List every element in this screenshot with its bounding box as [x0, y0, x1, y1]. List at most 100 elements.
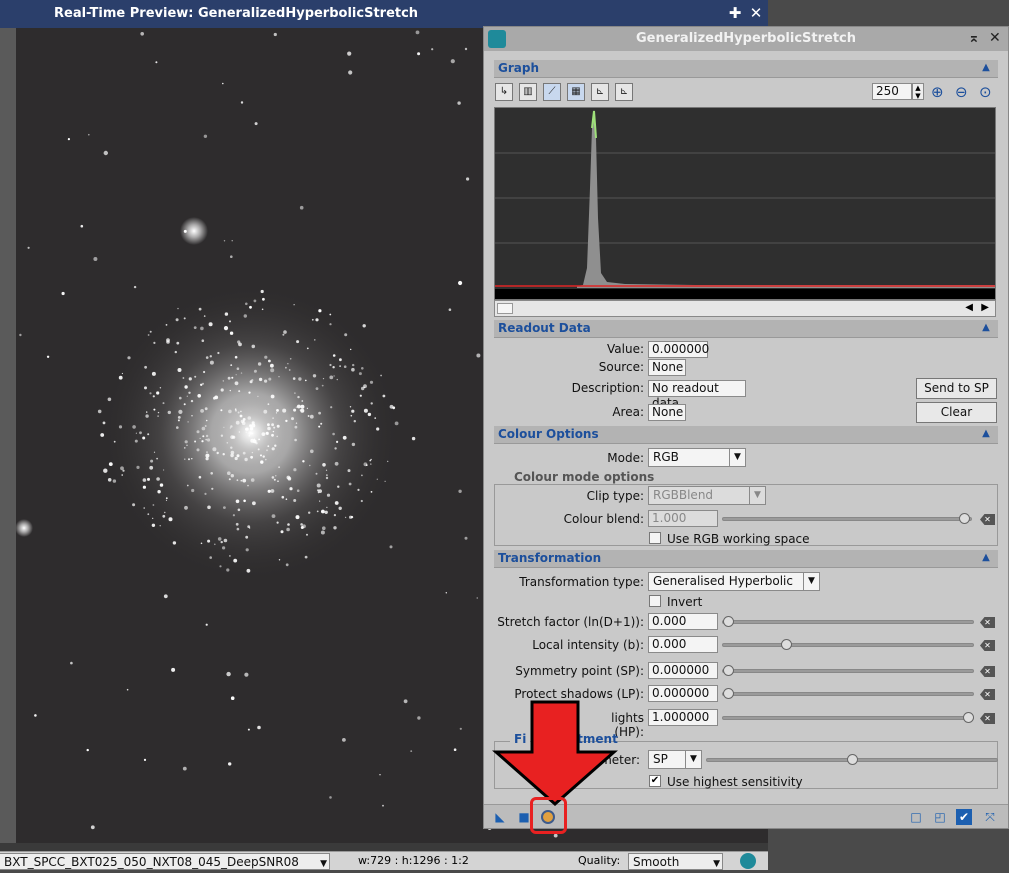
section-title: Graph	[498, 61, 539, 75]
send-to-sp-button[interactable]: Send to SP	[916, 378, 997, 399]
graph-grid-icon[interactable]: ▦	[567, 83, 585, 101]
fine-adjustment-slider[interactable]	[706, 754, 998, 765]
protect-shadows-label: Protect shadows (LP):	[514, 687, 644, 701]
section-title: Colour Options	[498, 427, 599, 441]
refresh-icon[interactable]	[740, 853, 756, 869]
graph-before-icon[interactable]: ⊾	[591, 83, 609, 101]
protect-highlights-field[interactable]: 1.000000	[648, 709, 718, 726]
collapse-icon[interactable]: ▲	[980, 552, 992, 564]
colour-section-header[interactable]: Colour Options ▲	[494, 426, 998, 444]
view-name: BXT_SPCC_BXT025_050_NXT08_045_DeepSNR08	[4, 855, 299, 869]
value-field: 0.000000	[648, 341, 709, 358]
graph-linear-icon[interactable]: ↳	[495, 83, 513, 101]
chevron-down-icon: ▼	[803, 573, 819, 590]
reset-icon[interactable]: ✕	[980, 617, 995, 628]
slider-knob[interactable]	[723, 688, 734, 699]
highest-sensitivity-label: Use highest sensitivity	[667, 775, 803, 789]
graph-histogram-icon[interactable]: ▥	[519, 83, 537, 101]
quality-value: Smooth	[633, 855, 680, 869]
preview-titlebar[interactable]: Real-Time Preview: GeneralizedHyperbolic…	[0, 0, 768, 28]
stretch-factor-label: Stretch factor (ln(D+1)):	[497, 615, 644, 629]
apply-check-icon[interactable]: ✔	[956, 809, 972, 825]
section-title: Readout Data	[498, 321, 591, 335]
clip-type-label: Clip type:	[586, 489, 644, 503]
transformation-type-select[interactable]: Generalised Hyperbolic ▼	[648, 572, 820, 591]
stretch-factor-slider[interactable]	[722, 616, 974, 627]
chevron-down-icon: ▼	[713, 859, 720, 869]
colour-blend-label: Colour blend:	[563, 512, 644, 526]
close-icon[interactable]: ✕	[748, 5, 764, 21]
protect-shadows-slider[interactable]	[722, 688, 974, 699]
collapse-icon[interactable]: ▲	[980, 62, 992, 74]
zoom-spinner[interactable]: ▲ ▼	[912, 83, 924, 100]
reset-icon[interactable]: ✕	[980, 640, 995, 651]
protect-highlights-slider[interactable]	[722, 712, 974, 723]
invert-checkbox[interactable]	[649, 595, 661, 607]
reset-icon[interactable]: ✕	[980, 713, 995, 724]
quality-select[interactable]: Smooth ▼	[628, 853, 723, 870]
symmetry-point-field[interactable]: 0.000000	[648, 662, 718, 679]
slider-knob[interactable]	[723, 665, 734, 676]
colour-blend-field[interactable]: 1.000	[648, 510, 718, 527]
readout-section-header[interactable]: Readout Data ▲	[494, 320, 998, 338]
graph-section-header[interactable]: Graph ▲	[494, 60, 998, 78]
clear-button[interactable]: Clear	[916, 402, 997, 423]
shade-icon[interactable]: ⌅	[968, 30, 980, 46]
clip-type-select[interactable]: RGBBlend ▼	[648, 486, 766, 505]
invert-label: Invert	[667, 595, 703, 609]
symmetry-point-label: Symmetry point (SP):	[515, 664, 644, 678]
graph-curve-icon[interactable]: ⟋	[543, 83, 561, 101]
mode-select[interactable]: RGB ▼	[648, 448, 746, 467]
expand-icon[interactable]: ✚	[727, 5, 743, 21]
slider-knob[interactable]	[963, 712, 974, 723]
protect-shadows-field[interactable]: 0.000000	[648, 685, 718, 702]
zoom-fit-icon[interactable]: ⊙	[979, 83, 992, 101]
transformation-type-label: Transformation type:	[519, 575, 644, 589]
mode-value: RGB	[653, 450, 679, 464]
zoom-out-icon[interactable]: ⊖	[955, 83, 968, 101]
preview-statusbar: BXT_SPCC_BXT025_050_NXT08_045_DeepSNR08 …	[0, 851, 768, 870]
collapse-dialog-icon[interactable]: ⤧	[982, 809, 998, 825]
local-intensity-slider[interactable]	[722, 639, 974, 650]
source-label: Source:	[598, 360, 644, 374]
value-label: Value:	[607, 342, 644, 356]
mode-label: Mode:	[607, 451, 644, 465]
stretch-factor-field[interactable]: 0.000	[648, 613, 718, 630]
colour-blend-slider[interactable]	[722, 513, 972, 524]
reset-icon[interactable]: ✕	[980, 666, 995, 677]
reset-instance-icon[interactable]: ◰	[932, 809, 948, 825]
new-instance-icon[interactable]: ◣	[492, 809, 508, 825]
local-intensity-field[interactable]: 0.000	[648, 636, 718, 653]
clip-type-value: RGBBlend	[653, 488, 714, 502]
reset-icon[interactable]: ✕	[980, 689, 995, 700]
graph-after-icon[interactable]: ⊾	[615, 83, 633, 101]
view-selector[interactable]: BXT_SPCC_BXT025_050_NXT08_045_DeepSNR08 …	[0, 853, 330, 870]
dialog-titlebar[interactable]: GeneralizedHyperbolicStretch ⌅ ✕	[484, 27, 1008, 51]
slider-knob[interactable]	[723, 616, 734, 627]
zoom-input[interactable]: 250	[872, 83, 912, 100]
scroll-right-icon[interactable]: ▶	[981, 302, 989, 313]
scroll-handle[interactable]	[497, 303, 513, 314]
slider-knob[interactable]	[959, 513, 970, 524]
zoom-in-icon[interactable]: ⊕	[931, 83, 944, 101]
collapse-icon[interactable]: ▲	[980, 428, 992, 440]
slider-knob[interactable]	[847, 754, 858, 765]
description-label: Description:	[571, 381, 644, 395]
graph-scrollbar[interactable]: ◀ ▶	[494, 300, 996, 317]
close-icon[interactable]: ✕	[989, 30, 1001, 46]
chevron-down-icon: ▼	[749, 487, 765, 504]
annotation-highlight-box	[530, 797, 567, 834]
use-rgb-checkbox[interactable]	[649, 532, 661, 544]
highest-sensitivity-checkbox[interactable]: ✔	[649, 775, 661, 787]
browse-documentation-icon[interactable]: □	[908, 809, 924, 825]
area-field: None	[648, 404, 686, 421]
slider-knob[interactable]	[781, 639, 792, 650]
scroll-left-icon[interactable]: ◀	[965, 302, 973, 313]
collapse-icon[interactable]: ▲	[980, 322, 992, 334]
transformation-section-header[interactable]: Transformation ▲	[494, 550, 998, 568]
stretch-graph[interactable]	[494, 107, 996, 300]
source-field: None	[648, 359, 686, 376]
parameter-select[interactable]: SP ▼	[648, 750, 702, 769]
symmetry-point-slider[interactable]	[722, 665, 974, 676]
preview-title: Real-Time Preview: GeneralizedHyperbolic…	[54, 6, 419, 21]
